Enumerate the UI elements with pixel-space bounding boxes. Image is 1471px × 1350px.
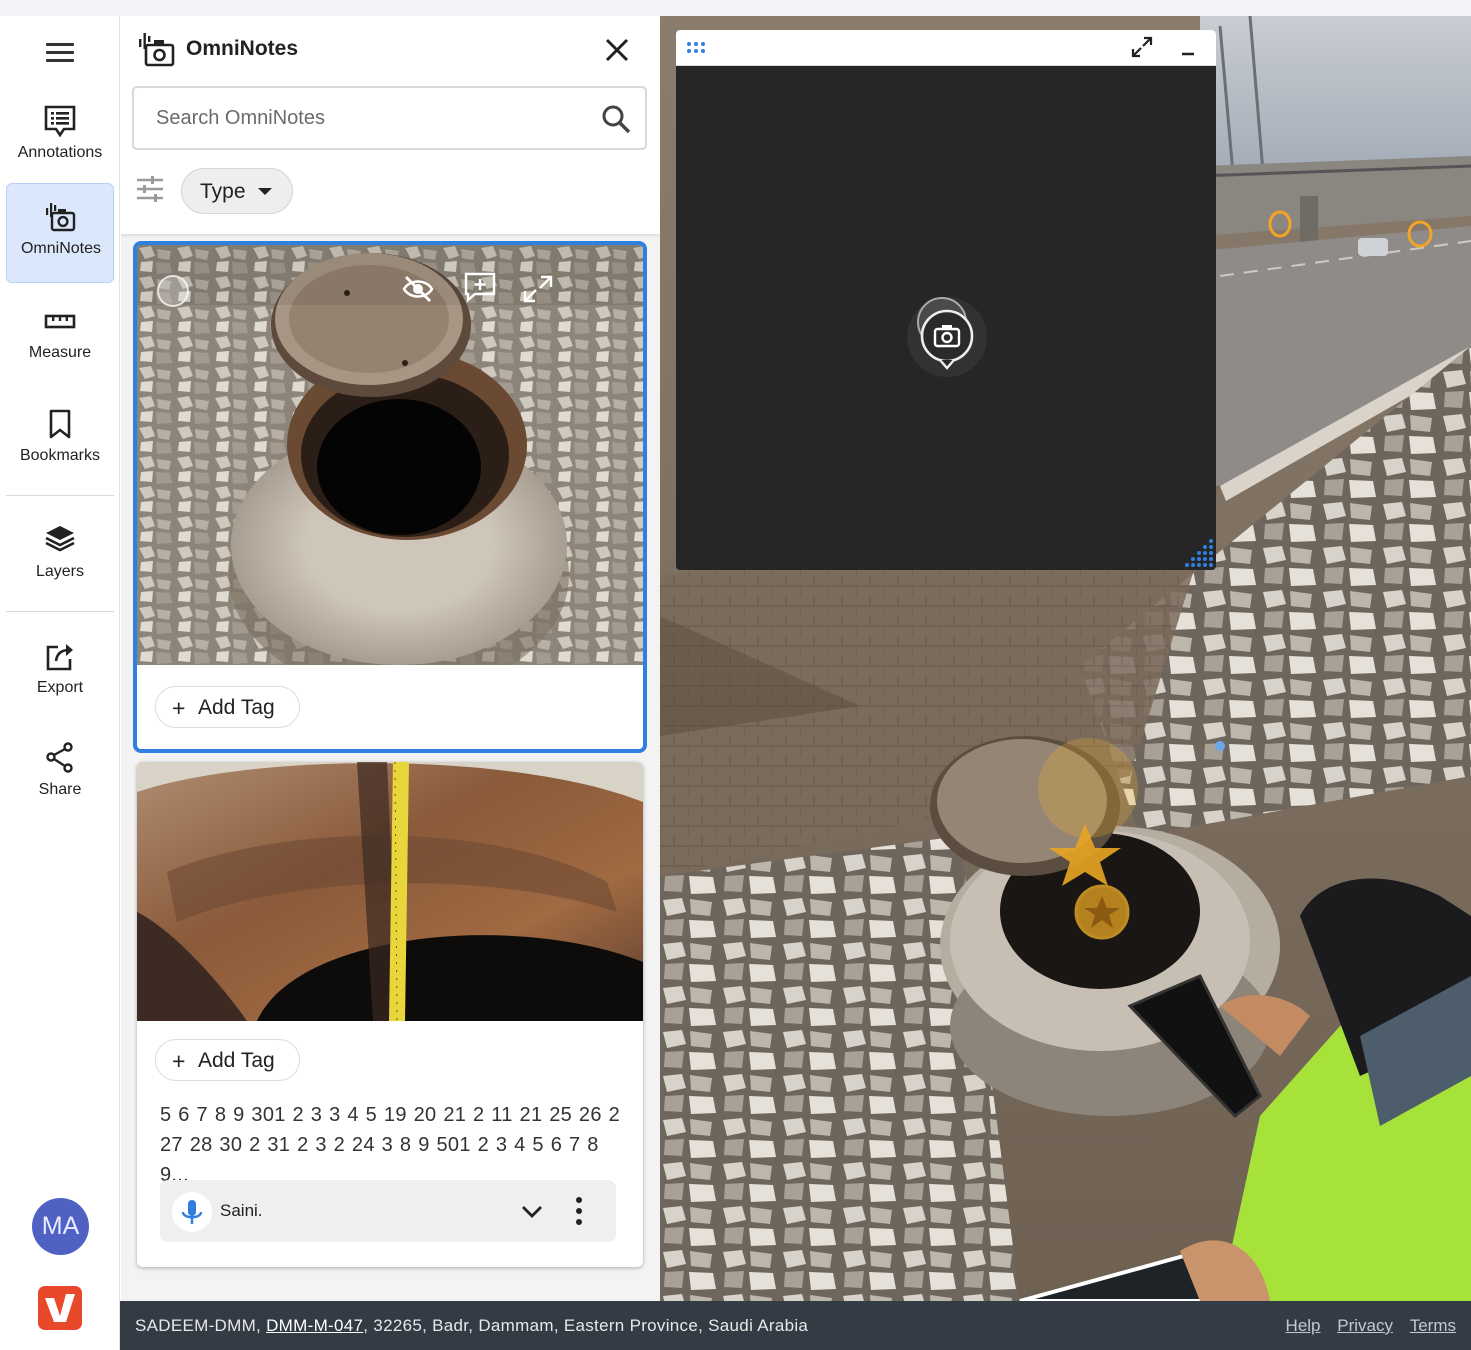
footer-links: Help Privacy Terms <box>1274 1316 1456 1336</box>
nav-divider <box>6 495 114 496</box>
search-icon[interactable] <box>600 103 632 135</box>
note-photo[interactable] <box>137 762 643 1021</box>
nav-item-layers[interactable]: Layers <box>6 507 114 607</box>
plus-icon: + <box>172 695 186 721</box>
nav-label: OmniNotes <box>20 240 102 257</box>
bookmark-icon <box>49 409 71 439</box>
nav-label: Bookmarks <box>19 447 101 464</box>
street-view-viewer[interactable] <box>660 16 1471 1301</box>
minimize-icon[interactable] <box>1178 38 1198 58</box>
omninotes-camera-icon <box>139 33 175 67</box>
nav-divider <box>6 611 114 612</box>
location-suffix: , 32265, Badr, Dammam, Eastern Province,… <box>363 1316 809 1335</box>
panel-header-shadow <box>121 234 660 238</box>
audio-author: Saini. <box>220 1201 263 1220</box>
add-comment-icon[interactable] <box>463 271 497 303</box>
close-icon[interactable] <box>603 36 631 64</box>
plus-icon: + <box>172 1048 186 1074</box>
omninotes-panel: OmniNotes Type <box>121 16 660 1301</box>
note-card[interactable]: + Add Tag 5 6 7 8 9 301 2 3 3 4 5 19 20 … <box>137 762 643 1267</box>
expand-icon[interactable] <box>521 273 555 305</box>
search-box <box>132 86 647 150</box>
minimap-window[interactable] <box>676 30 1216 570</box>
microphone-icon <box>181 1200 203 1224</box>
audio-player[interactable] <box>172 1192 212 1232</box>
annotations-icon <box>44 105 76 138</box>
add-tag-button[interactable]: + Add Tag <box>155 1039 300 1081</box>
add-tag-label: Add Tag <box>198 696 275 719</box>
note-photo[interactable] <box>137 245 643 665</box>
minimap-toolbar <box>676 30 1216 66</box>
caret-down-icon <box>258 188 272 195</box>
footer-bar: SADEEM-DMM, DMM-M-047, 32265, Badr, Damm… <box>120 1301 1471 1350</box>
note-card-selected[interactable]: + Add Tag <box>133 241 647 753</box>
nav-item-omninotes[interactable]: OmniNotes <box>6 183 114 283</box>
export-icon <box>46 644 73 671</box>
type-filter-label: Type <box>200 180 246 203</box>
add-tag-label: Add Tag <box>198 1049 275 1072</box>
location-text: SADEEM-DMM, DMM-M-047, 32265, Badr, Damm… <box>135 1316 808 1336</box>
add-tag-button[interactable]: + Add Tag <box>155 686 300 728</box>
share-icon <box>46 742 73 773</box>
nav-item-annotations[interactable]: Annotations <box>6 88 114 188</box>
nav-item-measure[interactable]: Measure <box>6 288 114 388</box>
privacy-link[interactable]: Privacy <box>1337 1316 1393 1335</box>
note-transcript: 5 6 7 8 9 301 2 3 3 4 5 19 20 21 2 11 21… <box>160 1104 621 1186</box>
layers-icon <box>45 526 75 552</box>
nav-item-export[interactable]: Export <box>6 623 114 723</box>
user-avatar[interactable]: MA <box>32 1198 89 1255</box>
help-link[interactable]: Help <box>1286 1316 1321 1335</box>
terms-link[interactable]: Terms <box>1410 1316 1456 1335</box>
panel-title: OmniNotes <box>186 37 299 60</box>
omninotes-camera-icon <box>46 203 76 232</box>
top-strip <box>0 0 1471 16</box>
nav-label: Layers <box>35 563 85 580</box>
chevron-down-icon[interactable] <box>520 1200 544 1222</box>
audio-note-row[interactable]: Saini. <box>160 1180 616 1242</box>
note-select-checkbox[interactable] <box>157 275 189 307</box>
nav-label: Share <box>38 781 82 798</box>
type-filter-dropdown[interactable]: Type <box>181 168 293 214</box>
drag-grip-icon[interactable] <box>686 41 708 55</box>
more-vert-icon[interactable] <box>568 1196 590 1226</box>
maximize-icon[interactable] <box>1130 35 1154 59</box>
left-nav-rail: Annotations OmniNotes Measure Bookmarks <box>0 16 120 1350</box>
nav-label: Annotations <box>17 144 103 161</box>
nav-item-share[interactable]: Share <box>6 725 114 825</box>
nav-item-bookmarks[interactable]: Bookmarks <box>6 391 114 491</box>
location-prefix: SADEEM-DMM, <box>135 1316 267 1335</box>
filter-sliders-icon[interactable] <box>135 174 165 204</box>
ruler-icon <box>44 314 76 329</box>
hide-eye-icon[interactable] <box>401 273 435 305</box>
search-input[interactable] <box>156 102 576 134</box>
location-link[interactable]: DMM-M-047 <box>266 1316 363 1335</box>
nav-label: Measure <box>28 344 92 361</box>
camera-marker-icon[interactable] <box>904 292 990 378</box>
hamburger-icon[interactable] <box>44 40 76 64</box>
nav-label: Export <box>36 679 84 696</box>
app-logo-icon <box>38 1286 82 1330</box>
panel-header: OmniNotes Type <box>121 16 660 236</box>
resize-handle-icon[interactable] <box>1181 535 1215 569</box>
